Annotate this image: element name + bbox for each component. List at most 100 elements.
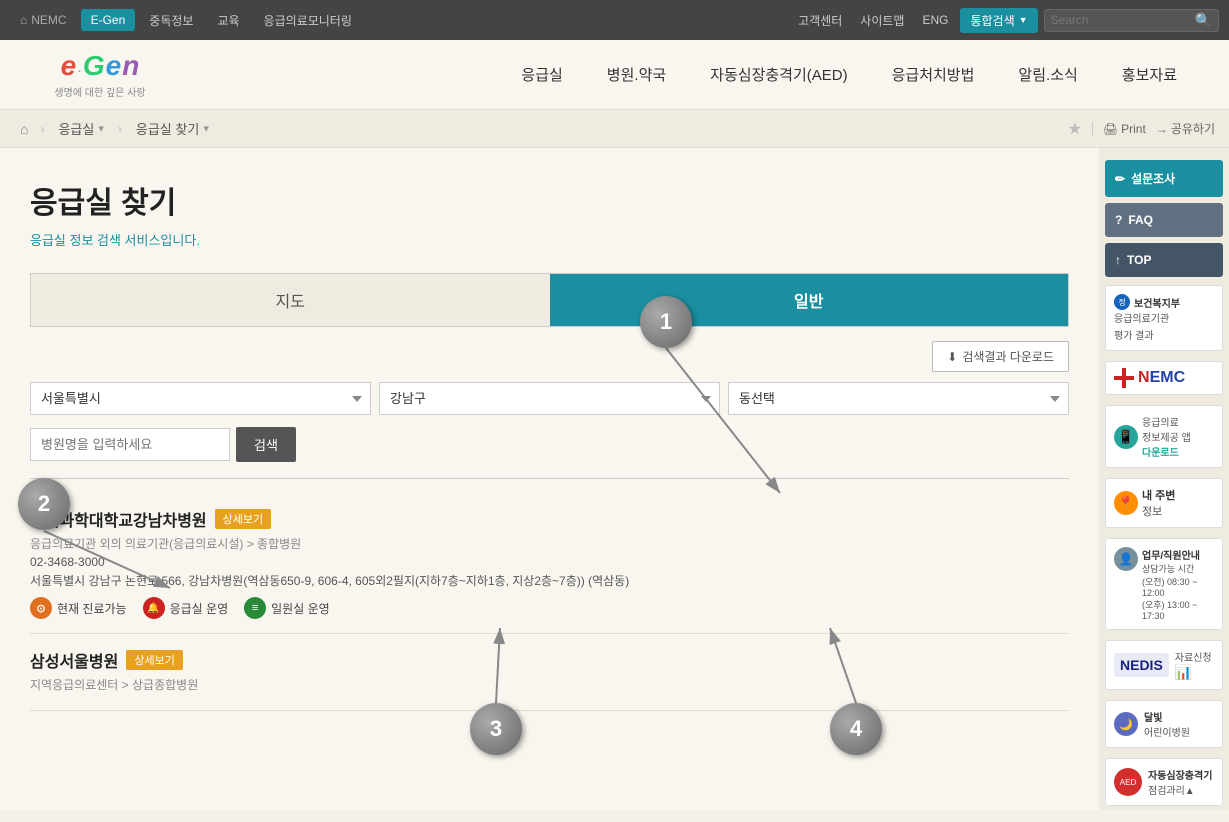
bookmark-icon[interactable]: ★ (1068, 119, 1082, 139)
hospital-phone: 02-3468-3000 (30, 555, 1069, 569)
hospital-name-row: 차의과학대학교강남차병원 상세보기 (30, 507, 1069, 531)
hospital-item: 차의과학대학교강남차병원 상세보기 응급의료기관 외의 의료기관(응급의료시설)… (30, 493, 1069, 634)
work-icon: 👤 (1114, 547, 1138, 571)
breadcrumb-sep-1: › (40, 122, 44, 136)
top-search-input[interactable] (1051, 13, 1191, 27)
survey-button[interactable]: ✏ 설문조사 (1105, 160, 1223, 197)
download-icon: ⬇ (947, 350, 957, 364)
nemc-cross-icon (1114, 368, 1134, 388)
aed-icon: AED (1114, 768, 1142, 796)
nemc-block[interactable]: NEMC (1105, 361, 1223, 395)
search-icon[interactable]: 🔍 (1195, 12, 1212, 29)
print-label: Print (1121, 122, 1146, 136)
sitemap-link[interactable]: 사이트맵 (854, 10, 910, 31)
district-select[interactable]: 강남구 강동구 강북구 (379, 382, 720, 415)
logo[interactable]: e · G e n 생명에 대한 깊은 사랑 (30, 50, 170, 99)
share-label: 공유하기 (1171, 120, 1215, 137)
logo-e: e (61, 50, 77, 82)
share-icon: → (1156, 122, 1168, 136)
divider (30, 478, 1069, 479)
app-icon: 📱 (1114, 425, 1138, 449)
top-label: TOP (1127, 253, 1151, 267)
aed-title2: 점검과리▲ (1148, 782, 1212, 797)
logo-dot: · (77, 62, 82, 78)
chevron-down-icon-2: ▾ (203, 122, 209, 135)
top-button[interactable]: ↑ TOP (1105, 243, 1223, 277)
breadcrumb-er-label: 응급실 (58, 119, 94, 138)
search-button[interactable]: 검색 (236, 427, 296, 462)
badge-er-operating: 🔔 응급실 운영 (143, 597, 229, 619)
nedis-block[interactable]: NEDIS 자료신청 📊 (1105, 640, 1223, 690)
chevron-down-icon: ▾ (98, 122, 104, 135)
work-info-block[interactable]: 👤 업무/직원안내 상담가능 시간 (오전) 08:30 ~ 12:00 (오후… (1105, 538, 1223, 630)
nav-emergency-room[interactable]: 응급실 (499, 56, 584, 93)
er-icon: 🔔 (143, 597, 165, 619)
nav-news[interactable]: 알림.소식 (996, 56, 1099, 93)
nearby-icon: 📍 (1114, 491, 1138, 515)
breadcrumb-er-find-label: 응급실 찾기 (136, 119, 199, 138)
survey-label: 설문조사 (1131, 170, 1175, 187)
work-title: 업무/직원안내 (1142, 547, 1214, 562)
breadcrumb: ⌂ › 응급실 ▾ › 응급실 찾기 ▾ ★ 🖨 Print → 공유하기 (0, 110, 1229, 148)
integrated-search-button[interactable]: 통합검색 ▼ (960, 8, 1037, 33)
gov-icon: 정 (1114, 294, 1130, 310)
nemc-label: NEMC (31, 13, 66, 27)
nav-pr-materials[interactable]: 홍보자료 (1100, 56, 1199, 93)
nearby-title1: 내 주변 (1142, 487, 1175, 503)
app-title3: 다운로드 (1142, 444, 1191, 459)
home-icon: ⌂ (20, 13, 27, 27)
nav-aed[interactable]: 자동심장충격기(AED) (688, 56, 869, 93)
language-toggle[interactable]: ENG (916, 11, 954, 29)
ward-icon: ≡ (244, 597, 266, 619)
main-header: e · G e n 생명에 대한 깊은 사랑 응급실 병원.약국 자동심장충격기… (0, 40, 1229, 110)
gov-title1: 보건복지부 (1134, 295, 1180, 310)
detail-button[interactable]: 상세보기 (215, 509, 271, 529)
moon-title1: 달빛 (1144, 709, 1190, 724)
customer-center-link[interactable]: 고객센터 (792, 10, 848, 31)
nemc-logo-text: NEMC (1138, 369, 1185, 387)
badge-er-label: 응급실 운영 (170, 600, 229, 617)
faq-button[interactable]: ? FAQ (1105, 203, 1223, 237)
hospital-type: 응급의료기관 외의 의료기관(응급의료시설) > 종합병원 (30, 535, 1069, 552)
share-button[interactable]: → 공유하기 (1156, 120, 1215, 137)
hospital-name: 삼성서울병원 (30, 648, 118, 672)
tab-general[interactable]: 일반 (550, 274, 1069, 326)
city-select[interactable]: 서울특별시 부산광역시 대구광역시 (30, 382, 371, 415)
nav-item-monitoring[interactable]: 응급의료모니터링 (254, 8, 362, 33)
tab-map[interactable]: 지도 (31, 274, 550, 326)
nedis-sub: 자료신청 (1175, 649, 1212, 664)
moon-kids-block[interactable]: 🌙 달빛 어린이병원 (1105, 700, 1223, 748)
nav-first-aid[interactable]: 응급처치방법 (870, 56, 997, 93)
logo-g: G (83, 50, 105, 82)
hospital-address: 서울특별시 강남구 논현로 566, 강남차병원(역삼동650-9, 606-4… (30, 572, 1069, 589)
nav-item-poison[interactable]: 중독정보 (139, 8, 203, 33)
breadcrumb-er-find[interactable]: 응급실 찾기 ▾ (128, 115, 217, 142)
logo-e2: e (106, 50, 122, 82)
nemc-home-link[interactable]: ⌂ NEMC (10, 9, 77, 31)
filter-row: 서울특별시 부산광역시 대구광역시 강남구 강동구 강북구 동선택 (30, 382, 1069, 415)
app-download-block[interactable]: 📱 응급의료 정보제공 앱 다운로드 (1105, 405, 1223, 468)
nav-item-education[interactable]: 교육 (207, 8, 249, 33)
download-label: 검색결과 다운로드 (962, 348, 1054, 365)
app-title1: 응급의료 (1142, 414, 1191, 429)
gov-block[interactable]: 정 보건복지부 응급의료기관 평가 결과 (1105, 285, 1223, 351)
survey-icon: ✏ (1115, 172, 1125, 186)
gov-title3: 평가 결과 (1114, 327, 1214, 342)
breadcrumb-home-icon[interactable]: ⌂ (14, 117, 34, 141)
faq-icon: ? (1115, 213, 1122, 227)
hospital-name-input[interactable] (30, 428, 230, 461)
page-title: 응급실 찾기 (30, 178, 1069, 222)
nav-hospital-pharmacy[interactable]: 병원.약국 (585, 56, 688, 93)
badge-current-care: ⊙ 현재 진료가능 (30, 597, 127, 619)
main-content-wrap: 1 2 3 4 응급실 찾기 응급실 정보 검색 서비스입니다. 지도 (0, 148, 1229, 810)
detail-button[interactable]: 상세보기 (126, 650, 182, 670)
nearby-block[interactable]: 📍 내 주변 정보 (1105, 478, 1223, 528)
nav-item-egen[interactable]: E-Gen (81, 9, 136, 31)
dong-select[interactable]: 동선택 (728, 382, 1069, 415)
download-button[interactable]: ⬇ 검색결과 다운로드 (932, 341, 1069, 372)
print-button[interactable]: 🖨 Print (1092, 122, 1146, 136)
breadcrumb-emergency-room[interactable]: 응급실 ▾ (50, 115, 111, 142)
aed-block[interactable]: AED 자동심장충격기 점검과리▲ (1105, 758, 1223, 806)
logo-n: n (122, 50, 139, 82)
hospital-name: 차의과학대학교강남차병원 (30, 507, 207, 531)
